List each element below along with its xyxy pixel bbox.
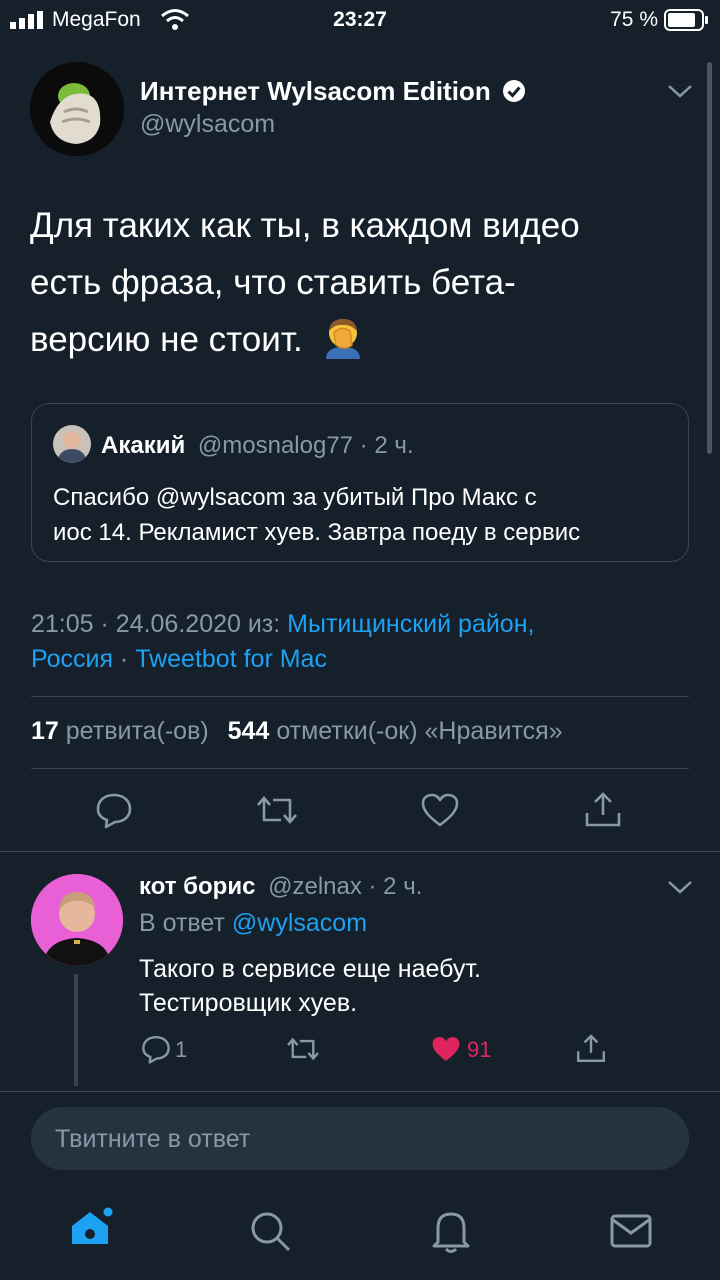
reply-line: Тестировщик хуев. — [139, 989, 358, 1017]
reply-line: Такого в сервисе еще наебут. — [139, 955, 481, 983]
reply-thread-line — [74, 974, 78, 1086]
tweet-line: версию не стоит. — [30, 320, 303, 359]
like-label[interactable]: отметки(-ок) «Нравится» — [276, 717, 562, 745]
divider — [31, 768, 689, 769]
reply-avatar[interactable] — [31, 874, 123, 966]
home-icon[interactable] — [68, 1204, 116, 1255]
verified-icon — [502, 79, 526, 110]
reply-to-handle[interactable]: @wylsacom — [232, 909, 367, 937]
reply-icon[interactable] — [95, 791, 133, 829]
tweet-location-country[interactable]: Россия — [31, 645, 113, 673]
mail-icon[interactable] — [609, 1212, 653, 1255]
divider — [0, 851, 720, 852]
quote-text: Спасибо @wylsacom за убитый Про Макс с и… — [53, 480, 580, 550]
reply-meta: @zelnax · 2 ч. — [268, 873, 423, 900]
like-icon-filled[interactable] — [430, 1034, 462, 1064]
quote-avatar — [53, 425, 91, 463]
divider — [0, 1091, 720, 1092]
tweet-line: есть фраза, что ставить бета- — [30, 263, 516, 302]
reply-author-name[interactable]: кот борис — [139, 873, 255, 900]
retweet-icon[interactable] — [285, 1034, 321, 1064]
share-icon[interactable] — [575, 1032, 607, 1064]
reply-to-label: В ответ — [139, 909, 225, 937]
search-icon[interactable] — [249, 1210, 293, 1259]
quote-line: иос 14. Рекламист хуев. Завтра поеду в с… — [53, 519, 581, 546]
scrollbar[interactable] — [707, 62, 712, 454]
tweet-timestamp: 21:05 · 24.06.2020 из: — [31, 610, 288, 638]
like-icon[interactable] — [420, 791, 460, 829]
tweet-line: Для таких как ты, в каждом видео — [30, 206, 580, 245]
app: MegaFon 23:27 75 % Интернет Wylsacom Edi… — [0, 0, 720, 1280]
tab-bar — [0, 1180, 720, 1280]
reply-header: кот борис @zelnax · 2 ч. — [139, 873, 422, 901]
like-count[interactable]: 544 — [228, 717, 270, 745]
status-bar: MegaFon 23:27 75 % — [0, 0, 720, 40]
battery-icon — [664, 9, 710, 37]
author-handle[interactable]: @wylsacom — [140, 110, 275, 139]
tweet-stats[interactable]: 17 ретвита(-ов) 544 отметки(-ок) «Нравит… — [31, 717, 563, 746]
meta-separator: · — [112, 645, 136, 673]
battery-percent: 75 % — [610, 8, 658, 31]
avatar[interactable] — [30, 62, 124, 156]
bell-icon[interactable] — [430, 1208, 472, 1259]
retweet-icon[interactable] — [255, 791, 299, 829]
divider — [31, 696, 689, 697]
quote-author-name: Акакий — [101, 432, 186, 459]
tweet-text: Для таких как ты, в каждом видео есть фр… — [30, 197, 690, 378]
tweet-line-last: версию не стоит. — [30, 311, 690, 378]
reply-count: 1 — [175, 1037, 188, 1062]
facepalm-emoji — [320, 315, 366, 378]
share-icon[interactable] — [583, 789, 623, 829]
tweet-location[interactable]: Мытищинский район, — [287, 610, 534, 638]
compose-reply-field[interactable]: Твитните в ответ — [31, 1107, 689, 1170]
tweet-meta: 21:05 · 24.06.2020 из: Мытищинский район… — [31, 607, 691, 677]
retweet-count[interactable]: 17 — [31, 717, 59, 745]
quote-line: Спасибо @wylsacom за убитый Про Макс с — [53, 484, 537, 511]
retweet-label[interactable]: ретвита(-ов) — [66, 717, 209, 745]
author-name-text[interactable]: Интернет Wylsacom Edition — [140, 76, 491, 106]
reply-to: В ответ @wylsacom — [139, 909, 367, 938]
quote-meta: @mosnalog77 · 2 ч. — [197, 432, 414, 459]
quote-header: Акакий @mosnalog77 · 2 ч. — [101, 432, 414, 460]
like-count-reply: 91 — [467, 1037, 492, 1062]
chevron-down-icon[interactable] — [666, 878, 694, 901]
compose-placeholder: Твитните в ответ — [55, 1125, 251, 1153]
quote-tweet[interactable]: Акакий @mosnalog77 · 2 ч. Спасибо @wylsa… — [31, 403, 689, 562]
reply-icon[interactable] — [140, 1034, 172, 1064]
chevron-down-icon[interactable] — [666, 82, 694, 105]
author-name[interactable]: Интернет Wylsacom Edition — [140, 76, 526, 110]
tweet-client[interactable]: Tweetbot for Mac — [135, 645, 327, 673]
reply-text: Такого в сервисе еще наебут. Тестировщик… — [139, 952, 481, 1020]
